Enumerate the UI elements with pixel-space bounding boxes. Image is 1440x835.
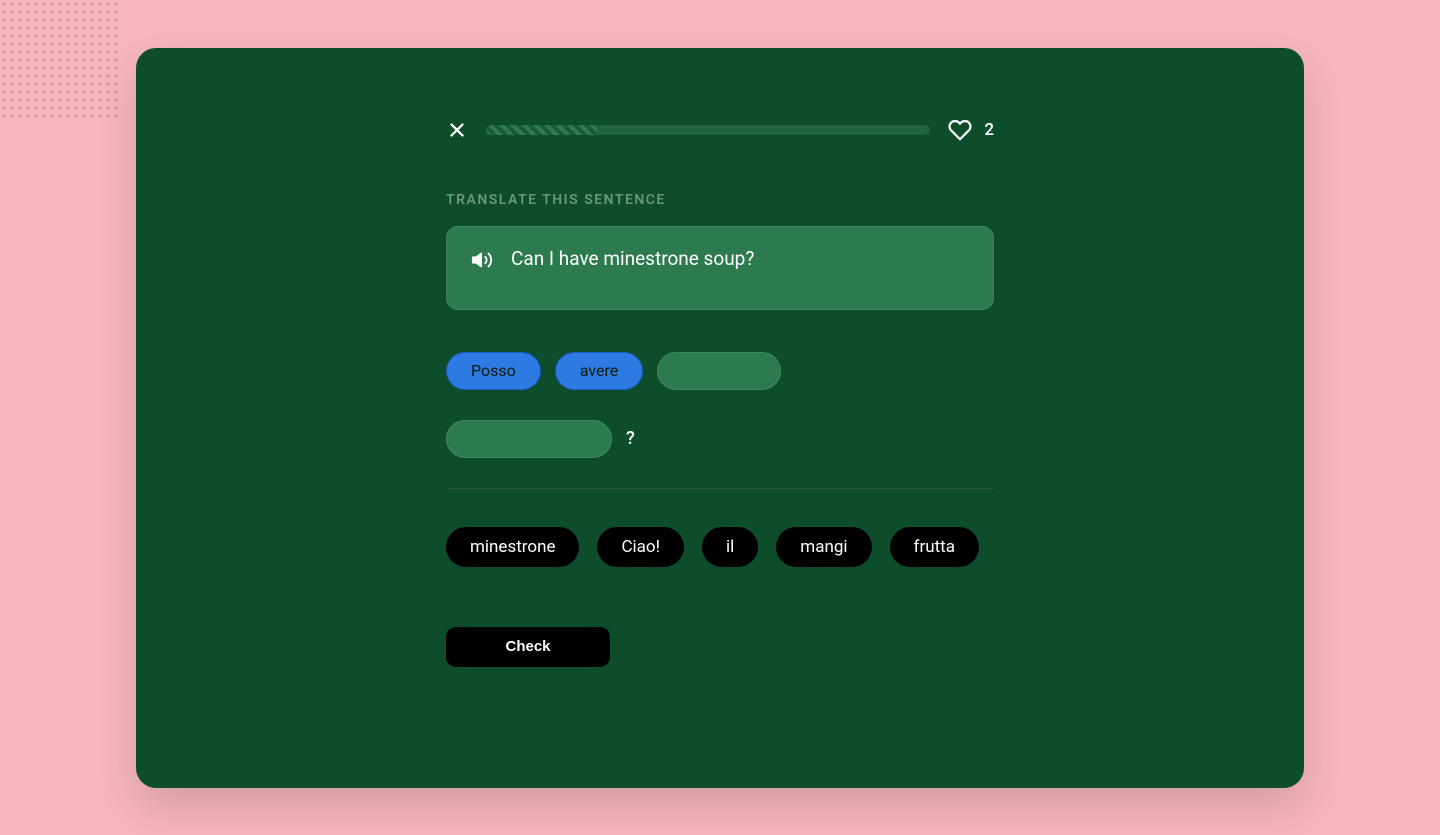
progress-fill	[486, 125, 597, 135]
bank-word[interactable]: Ciao!	[597, 527, 684, 567]
audio-button[interactable]	[471, 249, 493, 275]
answer-slot-empty[interactable]	[446, 420, 612, 458]
answer-punctuation: ?	[626, 428, 635, 449]
answer-area-row2: ?	[446, 420, 994, 458]
lives-indicator: 2	[948, 118, 994, 142]
close-button[interactable]	[446, 119, 468, 141]
answer-word[interactable]: avere	[555, 352, 643, 390]
close-icon	[446, 119, 468, 141]
word-bank: minestrone Ciao! il mangi frutta	[446, 527, 994, 567]
speaker-icon	[471, 249, 493, 271]
heart-icon	[948, 118, 972, 142]
bank-word[interactable]: frutta	[890, 527, 979, 567]
answer-area-row1: Posso avere	[446, 352, 994, 390]
instruction-label: TRANSLATE THIS SENTENCE	[446, 192, 994, 208]
check-button[interactable]: Check	[446, 627, 610, 667]
answer-slot-empty[interactable]	[657, 352, 781, 390]
progress-bar	[486, 125, 930, 135]
prompt-sentence: Can I have minestrone soup?	[511, 247, 754, 270]
lives-count: 2	[984, 120, 994, 140]
bank-word[interactable]: mangi	[776, 527, 871, 567]
divider	[446, 488, 994, 489]
header-row: 2	[446, 118, 994, 142]
bank-word[interactable]: il	[702, 527, 758, 567]
answer-word[interactable]: Posso	[446, 352, 541, 390]
prompt-box: Can I have minestrone soup?	[446, 226, 994, 310]
bank-word[interactable]: minestrone	[446, 527, 579, 567]
lesson-card: 2 TRANSLATE THIS SENTENCE Can I have min…	[136, 48, 1304, 788]
